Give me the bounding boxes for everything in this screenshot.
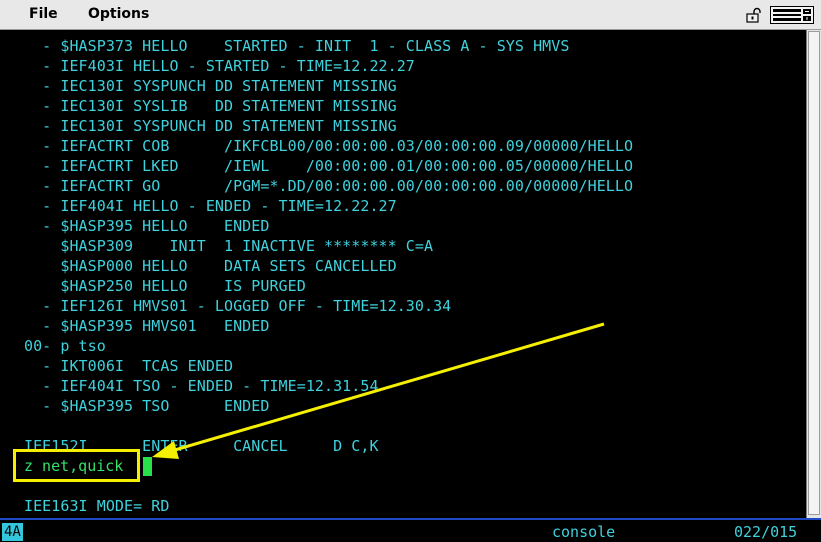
terminal-line: 00- p tso [24,337,106,355]
menu-options[interactable]: Options [88,6,149,22]
terminal-line: - IEFACTRT LKED /IEWL /00:00:00.01/00:00… [24,157,634,175]
input-highlight-box [13,449,140,482]
mode-line: IEE163I MODE= RD [24,497,170,515]
lock-icon[interactable] [745,7,761,23]
terminal-line: - IEC130I SYSLIB DD STATEMENT MISSING [24,97,397,115]
terminal-line: $HASP309 INIT 1 INACTIVE ******** C=A [24,237,434,255]
terminal-line: - $HASP395 HELLO ENDED [24,217,270,235]
terminal-line: - IEF404I TSO - ENDED - TIME=12.31.54 [24,377,379,395]
status-indicator: 4A [2,523,23,541]
terminal-line: - IKT006I TCAS ENDED [24,357,234,375]
keyboard-icon[interactable] [770,6,814,24]
terminal-screen[interactable]: - $HASP373 HELLO STARTED - INIT 1 - CLAS… [0,30,806,518]
terminal-line: - $HASP395 TSO ENDED [24,397,270,415]
terminal-line: - IEF126I HMVS01 - LOGGED OFF - TIME=12.… [24,297,452,315]
menu-file[interactable]: File [29,6,58,22]
cursor-position: 022/015 [734,523,798,541]
vertical-scrollbar[interactable] [806,30,821,518]
terminal-line: $HASP000 HELLO DATA SETS CANCELLED [24,257,397,275]
scrollbar-thumb[interactable] [808,31,820,515]
terminal-line: - $HASP373 HELLO STARTED - INIT 1 - CLAS… [24,37,570,55]
menu-bar: File Options [0,0,821,30]
terminal-line: - IEFACTRT COB /IKFCBL00/00:00:00.03/00:… [24,137,634,155]
status-bar: 4A console 022/015 [0,518,821,542]
terminal-line: - IEFACTRT GO /PGM=*.DD/00:00:00.00/00:0… [24,177,634,195]
session-name: console [552,523,616,541]
terminal-line: - $HASP395 HMVS01 ENDED [24,317,270,335]
text-cursor [143,457,152,476]
terminal-line: $HASP250 HELLO IS PURGED [24,277,306,295]
terminal-line: - IEF404I HELLO - ENDED - TIME=12.22.27 [24,197,397,215]
terminal-line: - IEC130I SYSPUNCH DD STATEMENT MISSING [24,117,397,135]
terminal-line: - IEC130I SYSPUNCH DD STATEMENT MISSING [24,77,397,95]
terminal-line: - IEF403I HELLO - STARTED - TIME=12.22.2… [24,57,415,75]
